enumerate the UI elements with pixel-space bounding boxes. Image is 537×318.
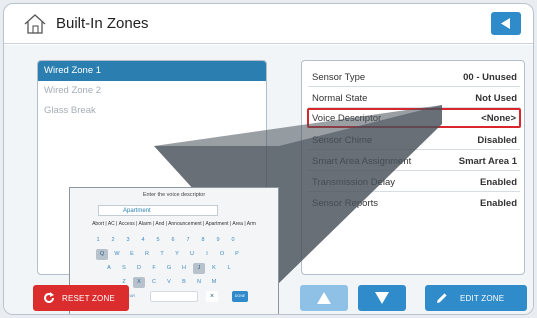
key[interactable]: 4 [137,235,149,246]
property-label: Sensor Reports [312,198,379,209]
key[interactable]: 6 [167,235,179,246]
reset-zone-label: RESET ZONE [62,294,115,303]
property-row-smart-area-assignment[interactable]: Smart Area Assignment Smart Area 1 [308,151,520,171]
property-label: Voice Descriptor [312,113,382,124]
property-value: 00 - Unused [463,72,517,83]
edit-zone-button[interactable]: EDIT ZONE [425,285,527,311]
key[interactable]: 3 [122,235,134,246]
word-suggestions[interactable]: Abort | AC | Access | Alarm | And | Anno… [70,221,278,227]
key[interactable]: J [193,263,205,274]
reset-zone-button[interactable]: RESET ZONE [33,285,129,311]
backspace-key[interactable]: × [206,291,218,302]
reset-icon [44,292,54,303]
key[interactable]: C [148,277,160,288]
key[interactable]: Y [171,249,183,260]
key[interactable]: R [141,249,153,260]
done-key[interactable]: DONE [232,291,248,302]
key[interactable]: 0 [227,235,239,246]
arrow-up-icon [317,292,331,304]
edit-zone-label: EDIT ZONE [460,294,505,303]
zone-item-wired-zone-2[interactable]: Wired Zone 2 [38,81,266,101]
key[interactable]: M [208,277,220,288]
property-label: Sensor Type [312,72,366,83]
keyboard-title: Enter the voice descriptor [142,192,206,198]
key[interactable]: 5 [152,235,164,246]
key[interactable]: E [126,249,138,260]
back-button[interactable] [491,12,521,35]
key[interactable]: B [178,277,190,288]
spacebar-key[interactable] [150,291,198,302]
property-row-voice-descriptor[interactable]: Voice Descriptor <None> [307,108,521,128]
move-up-button[interactable] [300,285,348,311]
property-value: Enabled [480,198,517,209]
key[interactable]: X [133,277,145,288]
app-window: Built-In Zones Wired Zone 1 Wired Zone 2… [3,3,534,315]
voice-descriptor-input[interactable]: Apartment [98,205,218,216]
key[interactable]: F [148,263,160,274]
key[interactable]: I [201,249,213,260]
arrow-down-icon [375,292,389,304]
key[interactable]: U [186,249,198,260]
key[interactable]: O [216,249,228,260]
zone-item-glass-break[interactable]: Glass Break [38,101,266,121]
property-value: Smart Area 1 [458,156,517,167]
key[interactable]: S [118,263,130,274]
property-label: Normal State [312,93,368,104]
pencil-icon [437,293,447,303]
property-row-transmission-delay[interactable]: Transmission Delay Enabled [308,172,520,192]
key[interactable]: 1 [92,235,104,246]
key[interactable]: Q [96,249,108,260]
property-label: Smart Area Assignment [312,156,412,167]
key[interactable]: 9 [212,235,224,246]
page-title: Built-In Zones [56,15,149,32]
key[interactable]: T [156,249,168,260]
property-value: Not Used [475,93,517,104]
key[interactable]: A [103,263,115,274]
home-icon[interactable] [24,14,46,34]
back-arrow-icon [501,18,510,29]
key[interactable]: 7 [182,235,194,246]
key[interactable]: L [223,263,235,274]
property-value: Enabled [480,177,517,188]
key[interactable]: N [193,277,205,288]
property-label: Sensor Chime [312,135,373,146]
key[interactable]: H [178,263,190,274]
property-value: Disabled [477,135,517,146]
key[interactable]: W [111,249,123,260]
key[interactable]: P [231,249,243,260]
key[interactable]: 8 [197,235,209,246]
key[interactable]: 2 [107,235,119,246]
key[interactable]: D [133,263,145,274]
zone-item-wired-zone-1[interactable]: Wired Zone 1 [38,61,266,81]
property-label: Transmission Delay [312,177,396,188]
property-row-normal-state[interactable]: Normal State Not Used [308,88,520,108]
property-value: <None> [481,113,516,124]
move-down-button[interactable] [358,285,406,311]
property-row-sensor-type[interactable]: Sensor Type 00 - Unused [308,67,520,87]
property-row-sensor-reports[interactable]: Sensor Reports Enabled [308,193,520,213]
key[interactable]: G [163,263,175,274]
key[interactable]: K [208,263,220,274]
key[interactable]: V [163,277,175,288]
zone-properties-panel: Sensor Type 00 - Unused Normal State Not… [301,60,525,275]
main-content: Wired Zone 1 Wired Zone 2 Glass Break Se… [4,45,533,314]
property-row-sensor-chime[interactable]: Sensor Chime Disabled [308,130,520,150]
header: Built-In Zones [4,4,533,44]
